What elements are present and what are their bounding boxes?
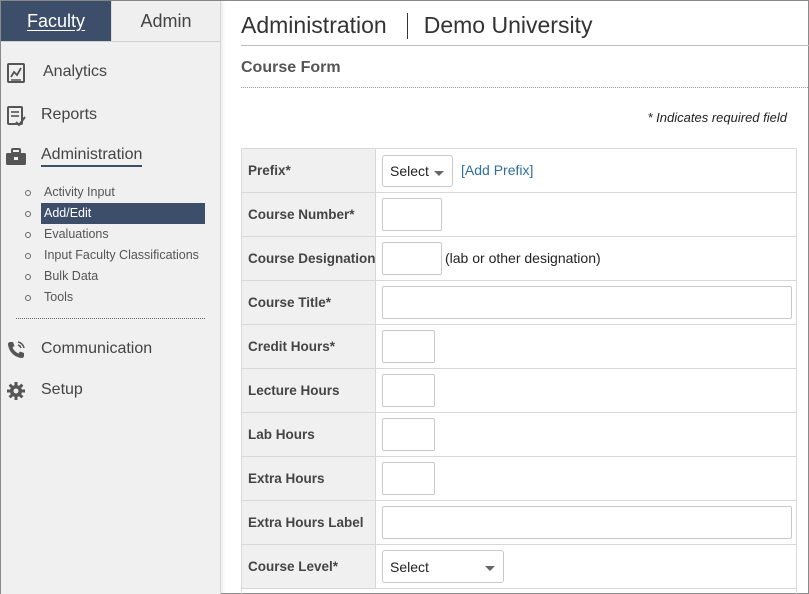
- nav-administration-label: Administration: [41, 146, 143, 167]
- role-tabs: Faculty Admin: [1, 1, 220, 42]
- extra-hours-field: [382, 457, 796, 500]
- course-designation-label: Course Designation: [242, 237, 376, 280]
- page-title: Course Form: [241, 59, 341, 76]
- subnav-tools[interactable]: Tools: [1, 287, 219, 308]
- bullet-icon: [25, 211, 31, 217]
- nav-reports[interactable]: Reports: [1, 100, 219, 130]
- course-level-label: Course Level*: [242, 545, 376, 588]
- subnav-label: Evaluations: [44, 227, 109, 241]
- bullet-icon: [25, 274, 31, 280]
- extra-hours-label-input[interactable]: [382, 506, 792, 539]
- title-divider: [241, 87, 809, 88]
- subnav-input-faculty-classifications[interactable]: Input Faculty Classifications: [1, 245, 219, 266]
- extra-hours-label: Extra Hours: [242, 457, 376, 500]
- subnav-activity-input[interactable]: Activity Input: [1, 182, 219, 203]
- bullet-icon: [25, 253, 31, 259]
- lecture-hours-field: [382, 369, 796, 412]
- extra-hours-label-field: [382, 501, 796, 544]
- form-row-course-level: Course Level* Select: [242, 545, 796, 589]
- credit-hours-label: Credit Hours*: [242, 325, 376, 368]
- chevron-down-icon: [434, 171, 444, 176]
- form-row-extra-hours: Extra Hours: [242, 457, 796, 501]
- course-number-input[interactable]: [382, 198, 442, 231]
- nav-setup[interactable]: Setup: [1, 375, 219, 405]
- prefix-select[interactable]: Select: [382, 155, 453, 187]
- form-row-extra-hours-label: Extra Hours Label: [242, 501, 796, 545]
- chevron-down-icon: [485, 566, 495, 571]
- header-section: Administration: [241, 12, 387, 38]
- gear-icon: [5, 380, 27, 402]
- course-designation-hint: (lab or other designation): [445, 250, 601, 266]
- lab-hours-label: Lab Hours: [242, 413, 376, 456]
- course-level-field: Select: [382, 545, 796, 588]
- subnav-divider: [16, 318, 205, 319]
- main-content: Administration Demo University Course Fo…: [241, 1, 809, 594]
- form-row-lecture-hours: Lecture Hours: [242, 369, 796, 413]
- extra-hours-input[interactable]: [382, 462, 435, 495]
- form-row-course-title: Course Title*: [242, 281, 796, 325]
- briefcase-icon: [5, 146, 27, 168]
- subnav-label: Activity Input: [44, 185, 115, 199]
- nav-communication-label: Communication: [41, 340, 153, 357]
- nav-communication[interactable]: Communication: [1, 334, 219, 364]
- bullet-icon: [25, 295, 31, 301]
- subnav-label: Tools: [44, 290, 74, 304]
- lab-hours-field: [382, 413, 796, 456]
- subnav-evaluations[interactable]: Evaluations: [1, 224, 219, 245]
- course-number-field: [382, 193, 796, 236]
- extra-hours-label-label: Extra Hours Label: [242, 501, 376, 544]
- lab-hours-input[interactable]: [382, 418, 435, 451]
- tab-admin[interactable]: Admin: [111, 1, 220, 41]
- phone-icon: [5, 339, 27, 361]
- course-title-input[interactable]: [382, 286, 792, 319]
- nav-setup-label: Setup: [41, 381, 83, 398]
- nav-analytics[interactable]: Analytics: [1, 57, 219, 87]
- prefix-select-value: Select: [390, 163, 429, 179]
- course-designation-field: (lab or other designation): [382, 237, 796, 280]
- course-number-label: Course Number*: [242, 193, 376, 236]
- course-form: Prefix* Select [Add Prefix] Course Numbe…: [241, 148, 797, 594]
- form-row-prefix: Prefix* Select [Add Prefix]: [242, 149, 796, 193]
- tab-faculty[interactable]: Faculty: [1, 1, 111, 41]
- nav-analytics-label: Analytics: [43, 63, 108, 80]
- subnav-label: Add/Edit: [41, 203, 205, 224]
- nav-administration[interactable]: Administration: [1, 141, 219, 171]
- subnav-bulk-data[interactable]: Bulk Data: [1, 266, 219, 287]
- analytics-chart-icon: [5, 62, 27, 84]
- reports-document-icon: [5, 105, 27, 127]
- lecture-hours-input[interactable]: [382, 374, 435, 407]
- lecture-hours-label: Lecture Hours: [242, 369, 376, 412]
- form-row-course-designation: Course Designation (lab or other designa…: [242, 237, 796, 281]
- course-title-field: [382, 281, 796, 324]
- bullet-icon: [25, 190, 31, 196]
- prefix-label: Prefix*: [242, 149, 376, 192]
- course-level-select-value: Select: [390, 558, 429, 575]
- course-level-select[interactable]: Select: [382, 550, 504, 583]
- header-divider: [241, 45, 809, 46]
- course-designation-input[interactable]: [382, 242, 442, 275]
- subnav-add-edit[interactable]: Add/Edit: [1, 203, 219, 224]
- add-prefix-link[interactable]: [Add Prefix]: [461, 162, 533, 178]
- subnav-label: Bulk Data: [44, 269, 99, 283]
- bullet-icon: [25, 232, 31, 238]
- form-row-credit-hours: Credit Hours*: [242, 325, 796, 369]
- form-row-lab-hours: Lab Hours: [242, 413, 796, 457]
- header-institution: Demo University: [423, 12, 593, 38]
- form-row-course-number: Course Number*: [242, 193, 796, 237]
- subnav-label: Input Faculty Classifications: [44, 248, 199, 262]
- sidebar: Faculty Admin Analytics Reports Administ…: [1, 1, 221, 594]
- nav-reports-label: Reports: [41, 106, 98, 123]
- required-field-note: * Indicates required field: [647, 110, 787, 125]
- prefix-field: Select [Add Prefix]: [382, 149, 796, 192]
- credit-hours-field: [382, 325, 796, 368]
- course-title-label: Course Title*: [242, 281, 376, 324]
- header-separator: [406, 12, 408, 39]
- page-header: Administration Demo University: [241, 12, 592, 39]
- credit-hours-input[interactable]: [382, 330, 435, 363]
